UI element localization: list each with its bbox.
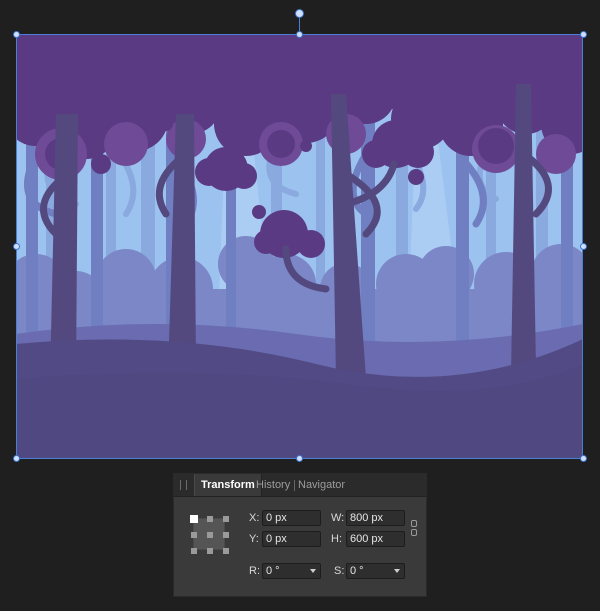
panel-grip-handle[interactable] xyxy=(180,480,187,490)
y-position-field[interactable]: 0 px xyxy=(262,531,321,547)
anchor-middle-left[interactable] xyxy=(191,532,197,538)
height-field[interactable]: 600 px xyxy=(346,531,405,547)
resize-handle-bottom-right[interactable] xyxy=(580,455,587,462)
panel-tab-bar: Transform History Navigator xyxy=(174,474,426,497)
x-position-field[interactable]: 0 px xyxy=(262,510,321,526)
tab-history[interactable]: History xyxy=(256,474,290,496)
anchor-bottom-left[interactable] xyxy=(191,548,197,554)
rotation-dropdown[interactable]: 0 ° xyxy=(262,563,321,579)
forest-artwork[interactable] xyxy=(16,34,583,459)
w-label: W: xyxy=(331,512,345,524)
resize-handle-top-right[interactable] xyxy=(580,31,587,38)
r-label: R: xyxy=(249,565,260,577)
anchor-center[interactable] xyxy=(207,532,213,538)
constrain-proportions-link-icon[interactable] xyxy=(411,520,417,536)
transform-panel: Transform History Navigator X: 0 px Y: 0… xyxy=(173,473,427,597)
resize-handle-bottom-left[interactable] xyxy=(13,455,20,462)
anchor-point-selector[interactable] xyxy=(190,515,230,555)
tab-separator xyxy=(294,480,295,491)
chevron-down-icon xyxy=(310,569,316,573)
anchor-top-left[interactable] xyxy=(190,515,198,523)
resize-handle-top-left[interactable] xyxy=(13,31,20,38)
shear-dropdown[interactable]: 0 ° xyxy=(346,563,405,579)
h-label: H: xyxy=(331,533,342,545)
shear-value: 0 ° xyxy=(350,565,364,577)
y-label: Y: xyxy=(249,533,259,545)
resize-handle-right[interactable] xyxy=(580,243,587,250)
rotation-handle[interactable] xyxy=(295,9,304,18)
resize-handle-left[interactable] xyxy=(13,243,20,250)
x-label: X: xyxy=(249,512,260,524)
anchor-bottom-center[interactable] xyxy=(207,548,213,554)
anchor-middle-right[interactable] xyxy=(223,532,229,538)
chevron-down-icon xyxy=(394,569,400,573)
rotation-value: 0 ° xyxy=(266,565,280,577)
anchor-top-center[interactable] xyxy=(207,516,213,522)
tab-navigator[interactable]: Navigator xyxy=(298,474,345,496)
resize-handle-bottom[interactable] xyxy=(296,455,303,462)
tab-transform[interactable]: Transform xyxy=(194,474,262,496)
s-label: S: xyxy=(334,565,345,577)
width-field[interactable]: 800 px xyxy=(346,510,405,526)
document-canvas[interactable] xyxy=(16,34,583,459)
anchor-bottom-right[interactable] xyxy=(223,548,229,554)
resize-handle-top[interactable] xyxy=(296,31,303,38)
anchor-top-right[interactable] xyxy=(223,516,229,522)
